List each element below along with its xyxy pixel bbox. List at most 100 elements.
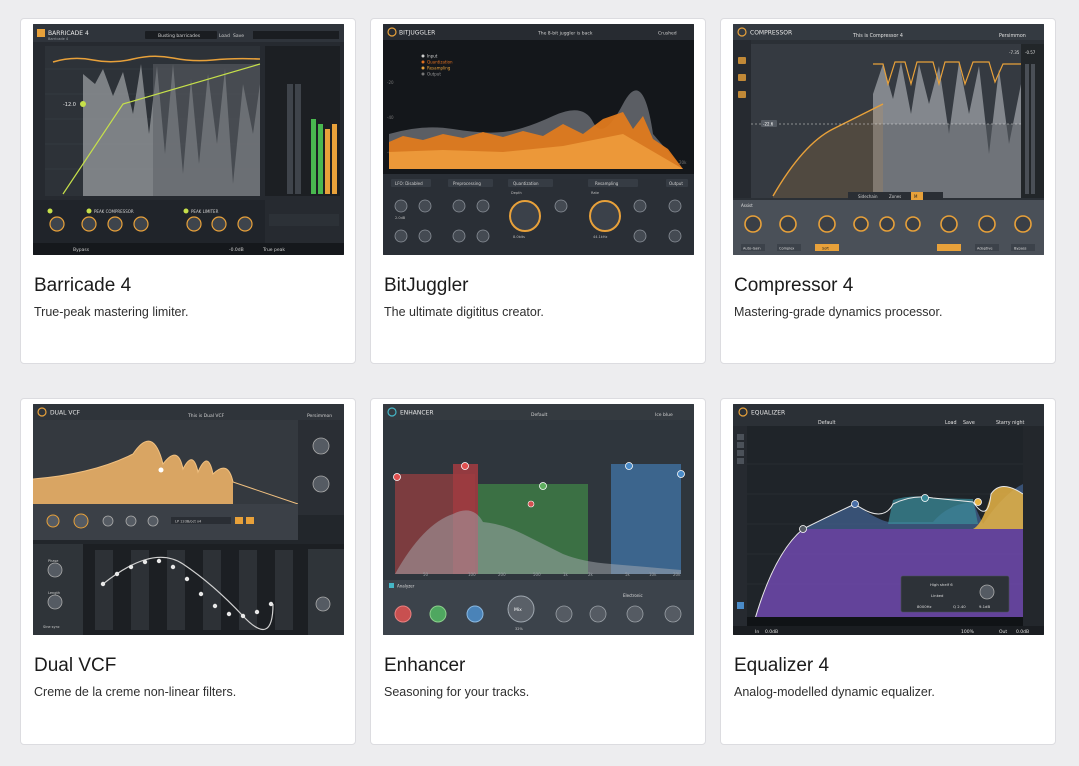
svg-text:Resampling: Resampling	[427, 66, 451, 71]
svg-text:20k: 20k	[673, 572, 681, 577]
svg-text:44.1kHz: 44.1kHz	[593, 235, 607, 239]
svg-text:1k: 1k	[563, 572, 569, 577]
svg-text:Complex: Complex	[779, 247, 794, 251]
svg-text:Sine sync: Sine sync	[43, 625, 60, 629]
svg-text:Starry night: Starry night	[996, 420, 1025, 426]
svg-text:Default: Default	[818, 420, 836, 426]
product-card-compressor[interactable]: COMPRESSOR This is Compressor 4 Persimmo…	[720, 18, 1056, 364]
svg-text:Output: Output	[669, 181, 683, 186]
svg-text:Barricade 4: Barricade 4	[48, 37, 69, 41]
product-card-bitjuggler[interactable]: BITJUGGLER The 8-bit juggler is back Cru…	[370, 18, 706, 364]
product-screenshot-barricade[interactable]: BARRICADE 4 Barricade 4 Busting barricad…	[33, 24, 344, 255]
compressor-logo: COMPRESSOR	[750, 30, 792, 37]
card-description: Seasoning for your tracks.	[384, 685, 530, 699]
svg-text:100: 100	[468, 572, 476, 577]
svg-text:500: 500	[533, 572, 541, 577]
svg-text:8.0bits: 8.0bits	[513, 235, 525, 239]
svg-text:Busting barricades: Busting barricades	[158, 33, 201, 39]
svg-text:-22.6: -22.6	[763, 122, 774, 127]
svg-text:Bypass: Bypass	[1014, 247, 1027, 251]
enhancer-logo: ENHANCER	[400, 410, 434, 417]
svg-text:This is Compressor 4: This is Compressor 4	[852, 33, 903, 39]
card-title[interactable]: BitJuggler	[384, 275, 469, 297]
card-title[interactable]: Barricade 4	[34, 275, 131, 297]
svg-text:100%: 100%	[961, 629, 975, 635]
svg-text:Load: Load	[219, 33, 230, 39]
product-card-barricade[interactable]: BARRICADE 4 Barricade 4 Busting barricad…	[20, 18, 356, 364]
svg-text:2.0dB: 2.0dB	[395, 216, 406, 220]
svg-text:Auto-Gain: Auto-Gain	[743, 247, 761, 251]
svg-text:5k: 5k	[625, 572, 631, 577]
svg-text:50: 50	[423, 572, 429, 577]
svg-text:8000Hz: 8000Hz	[917, 604, 932, 609]
svg-text:Output: Output	[427, 72, 441, 77]
svg-text:Linked: Linked	[931, 593, 944, 598]
svg-text:PEAK LIMITER: PEAK LIMITER	[191, 209, 219, 214]
product-card-enhancer[interactable]: ENHANCER Default Ice blue 50 100 200 500…	[370, 398, 706, 745]
svg-text:Q 2.40: Q 2.40	[953, 604, 966, 609]
svg-text:Default: Default	[531, 412, 548, 418]
svg-text:32%: 32%	[515, 627, 523, 631]
product-card-equalizer[interactable]: EQUALIZER Default Load Save Starry night	[720, 398, 1056, 745]
card-description: Mastering-grade dynamics processor.	[734, 305, 943, 319]
card-title[interactable]: Enhancer	[384, 655, 465, 677]
svg-text:Load: Load	[945, 420, 957, 426]
svg-text:Electronic: Electronic	[623, 593, 643, 598]
card-description: The ultimate digititus creator.	[384, 305, 544, 319]
svg-text:M: M	[914, 194, 918, 199]
svg-text:In: In	[755, 629, 759, 635]
svg-text:10k: 10k	[649, 572, 657, 577]
svg-text:Quantization: Quantization	[427, 60, 453, 65]
svg-text:True peak: True peak	[262, 247, 285, 253]
svg-text:2k: 2k	[588, 572, 594, 577]
product-screenshot-dual-vcf[interactable]: DUAL VCF This is Dual VCF Persimmon LP 1…	[33, 404, 344, 635]
svg-text:-7.35: -7.35	[1009, 50, 1020, 55]
equalizer-logo: EQUALIZER	[751, 410, 785, 417]
svg-text:The 8-bit juggler is back: The 8-bit juggler is back	[537, 31, 593, 37]
svg-text:Depth: Depth	[511, 191, 522, 195]
svg-text:High shelf 6: High shelf 6	[930, 582, 953, 587]
product-screenshot-bitjuggler[interactable]: BITJUGGLER The 8-bit juggler is back Cru…	[383, 24, 694, 255]
card-description: Analog-modelled dynamic equalizer.	[734, 685, 935, 699]
svg-text:Save: Save	[963, 420, 975, 426]
svg-text:-0.57: -0.57	[1025, 50, 1036, 55]
svg-text:0.0dB: 0.0dB	[765, 629, 778, 635]
svg-text:Bypass: Bypass	[73, 247, 90, 253]
svg-text:-0.0dB: -0.0dB	[229, 247, 244, 253]
svg-text:0.0dB: 0.0dB	[1016, 629, 1029, 635]
svg-text:Mix: Mix	[514, 607, 522, 613]
product-screenshot-compressor[interactable]: COMPRESSOR This is Compressor 4 Persimmo…	[733, 24, 1044, 255]
svg-text:Length: Length	[48, 591, 60, 595]
svg-text:Soft: Soft	[822, 247, 830, 251]
svg-text:-40: -40	[387, 115, 394, 120]
svg-text:20k: 20k	[679, 160, 687, 165]
svg-text:Zones: Zones	[889, 194, 901, 199]
barricade-logo: BARRICADE 4	[48, 30, 89, 37]
svg-text:Out: Out	[999, 629, 1007, 635]
svg-text:Quantization: Quantization	[513, 181, 539, 186]
bitjuggler-logo: BITJUGGLER	[399, 30, 435, 37]
svg-text:Persimmon: Persimmon	[999, 33, 1026, 39]
svg-text:PEAK COMPRESSOR: PEAK COMPRESSOR	[94, 209, 134, 214]
svg-text:Assist: Assist	[741, 203, 753, 208]
card-title[interactable]: Compressor 4	[734, 275, 853, 297]
product-card-dual-vcf[interactable]: DUAL VCF This is Dual VCF Persimmon LP 1…	[20, 398, 356, 745]
svg-text:-20: -20	[387, 80, 394, 85]
svg-text:Sidechain: Sidechain	[858, 194, 878, 199]
svg-text:Crushed: Crushed	[658, 31, 677, 37]
card-title[interactable]: Dual VCF	[34, 655, 116, 677]
svg-text:Input: Input	[427, 54, 438, 59]
card-description: True-peak mastering limiter.	[34, 305, 189, 319]
svg-text:Persimmon: Persimmon	[307, 413, 332, 419]
product-screenshot-enhancer[interactable]: ENHANCER Default Ice blue 50 100 200 500…	[383, 404, 694, 635]
svg-text:LFO: Disabled: LFO: Disabled	[395, 181, 423, 186]
svg-text:Resampling: Resampling	[595, 181, 619, 186]
svg-text:This is Dual VCF: This is Dual VCF	[187, 413, 225, 419]
svg-text:LP 12dB/oct x4: LP 12dB/oct x4	[175, 520, 202, 524]
card-title[interactable]: Equalizer 4	[734, 655, 829, 677]
product-screenshot-equalizer[interactable]: EQUALIZER Default Load Save Starry night	[733, 404, 1044, 635]
card-description: Creme de la creme non-linear filters.	[34, 685, 237, 699]
svg-text:Rate: Rate	[591, 191, 599, 195]
svg-text:Analyzer: Analyzer	[397, 584, 415, 589]
dual-vcf-logo: DUAL VCF	[50, 410, 81, 417]
